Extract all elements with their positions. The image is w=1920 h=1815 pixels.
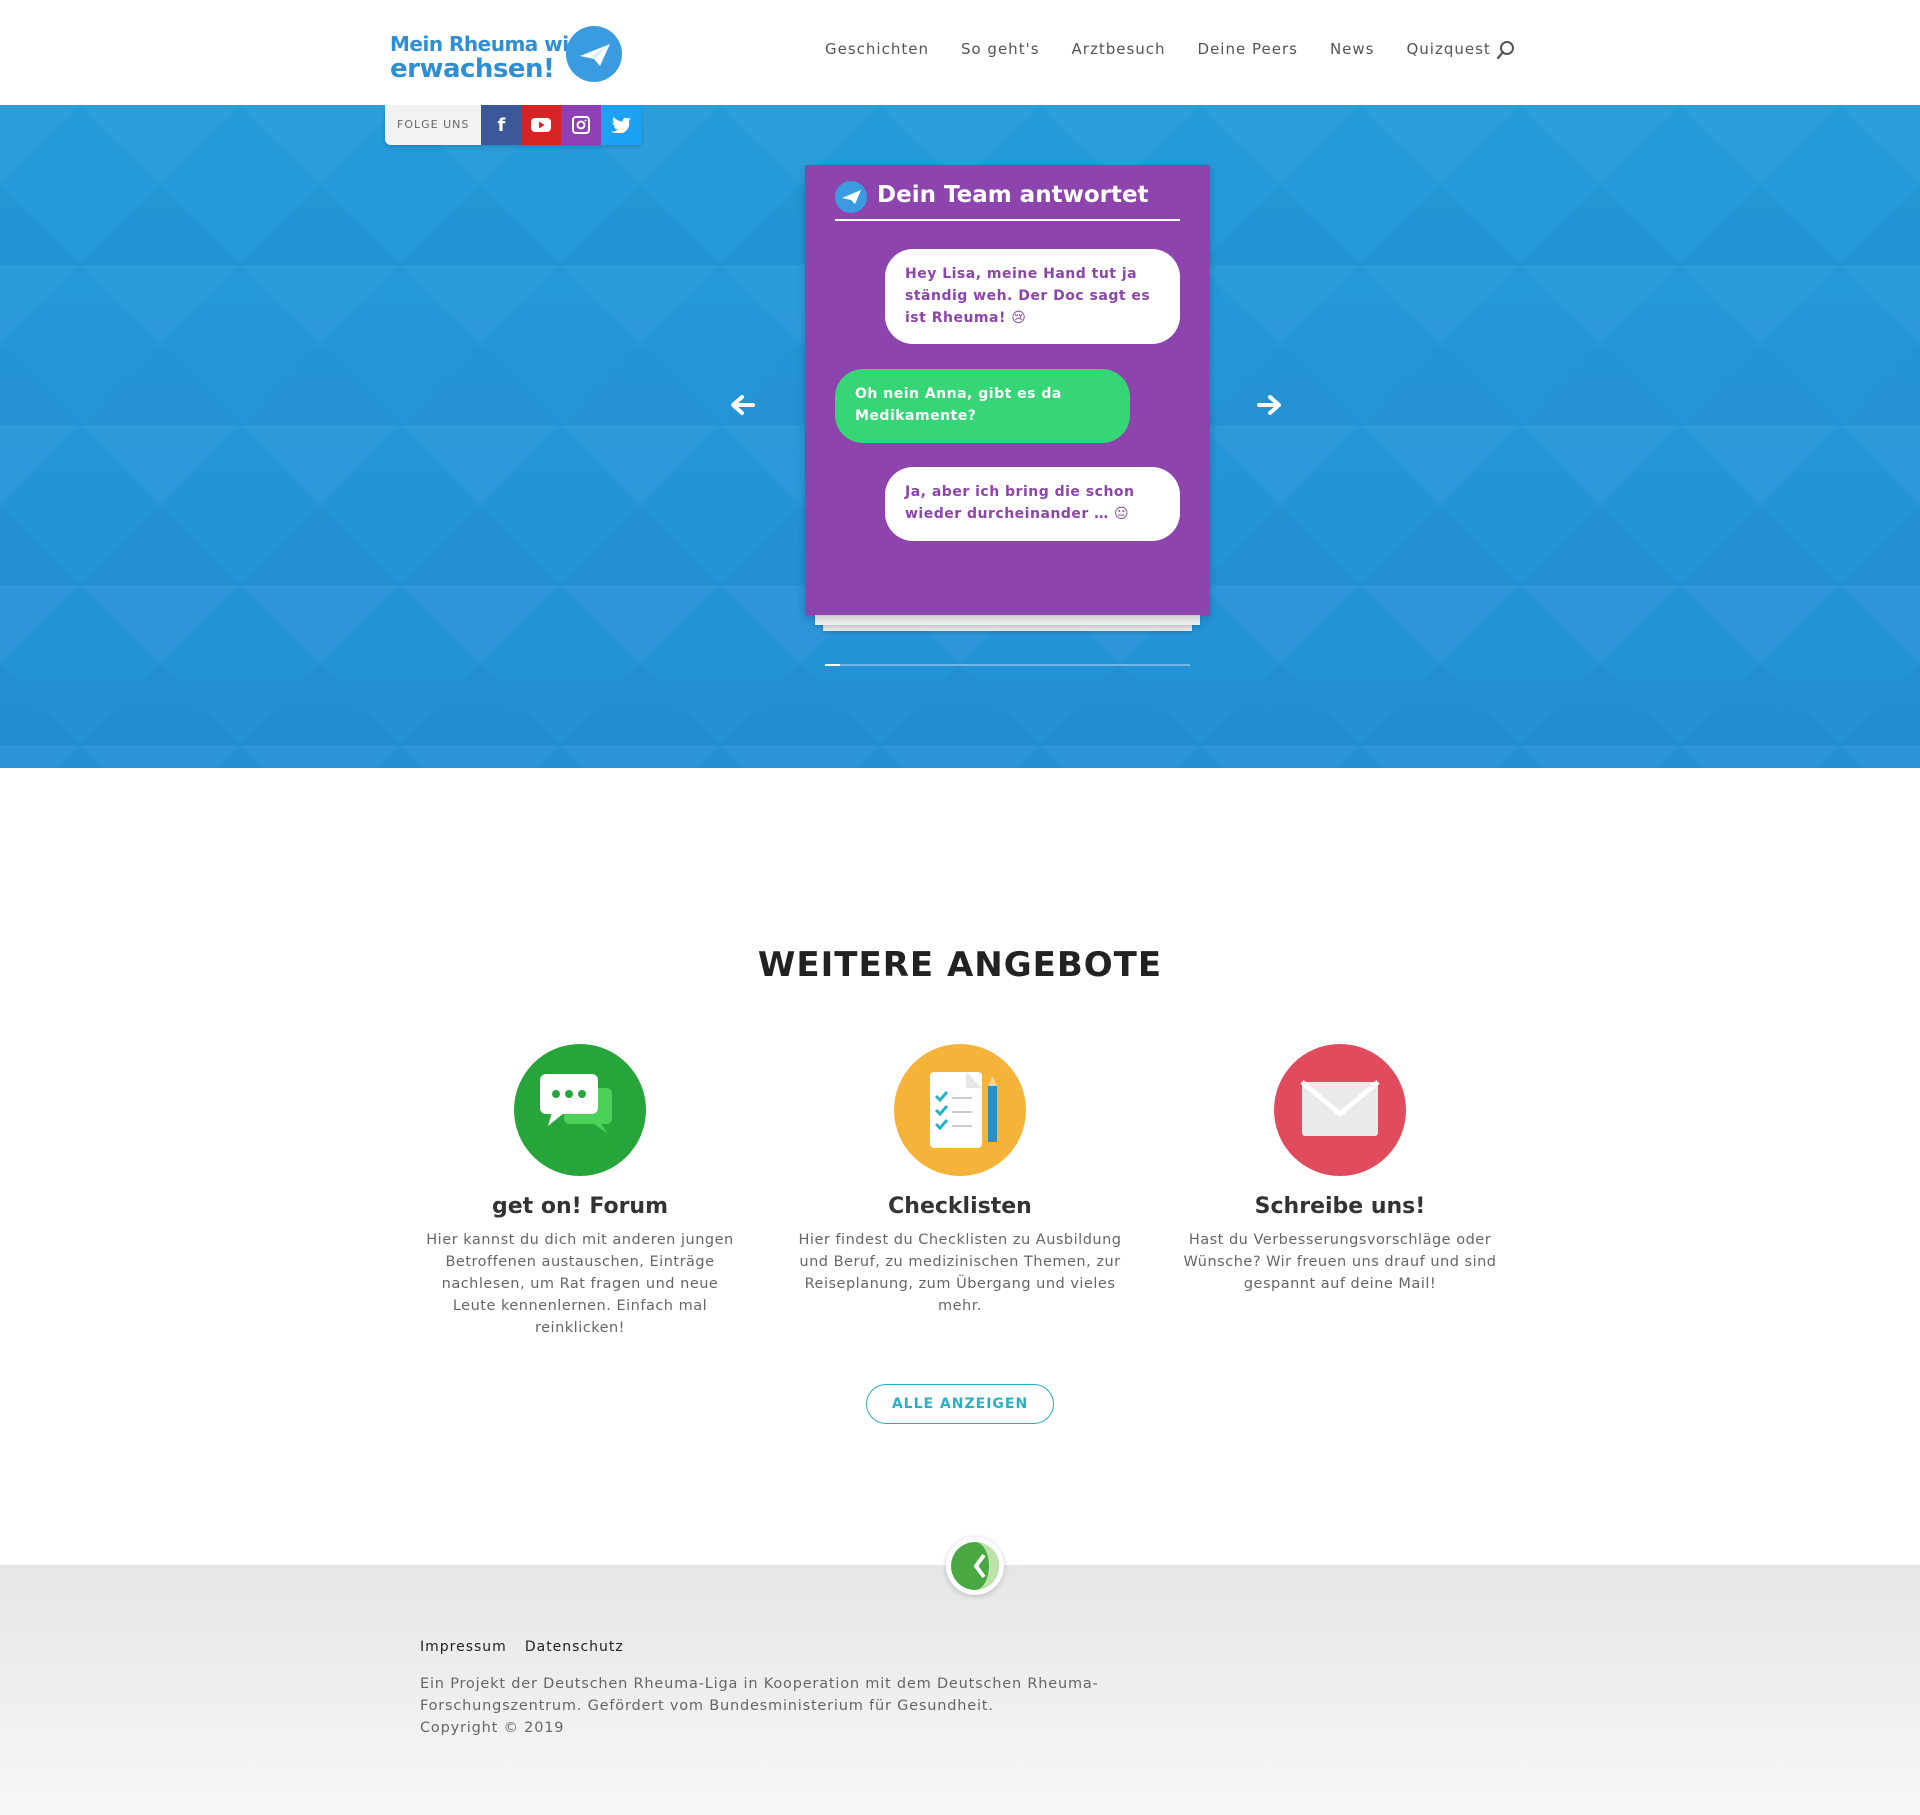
offer-title: Schreibe uns! (1254, 1194, 1426, 1219)
offer-text: Hier findest du Checklisten zu Ausbildun… (798, 1232, 1122, 1314)
footer-link-datenschutz[interactable]: Datenschutz (525, 1639, 624, 1655)
slider-progress (825, 664, 1190, 666)
offer-text: Hier kannst du dich mit anderen jungen B… (426, 1232, 734, 1336)
envelope-icon (1274, 1044, 1406, 1176)
nav-item-geschichten[interactable]: Geschichten (825, 40, 929, 58)
show-all-button[interactable]: ALLE ANZEIGEN (866, 1384, 1054, 1424)
chat-message: Oh nein Anna, gibt es da Medikamente? (835, 369, 1130, 443)
card-stack-shadow (815, 615, 1200, 625)
facebook-icon[interactable]: f (481, 105, 522, 145)
logo-line2: erwachsen! (390, 54, 555, 84)
follow-bar: FOLGE UNS f (385, 105, 642, 145)
footer-text: Ein Projekt der Deutschen Rheuma-Liga in… (420, 1673, 1120, 1739)
rheuma-liga-logo-icon (946, 1537, 1004, 1595)
checklist-icon (894, 1044, 1026, 1176)
arrow-left-icon[interactable] (727, 390, 757, 420)
chat-message: Hey Lisa, meine Hand tut ja ständig weh.… (885, 249, 1180, 344)
chat-bubbles-icon (514, 1044, 646, 1176)
footer-description: Ein Projekt der Deutschen Rheuma-Liga in… (420, 1676, 1099, 1714)
offer-title: get on! Forum (492, 1194, 668, 1219)
arrow-right-icon[interactable] (1255, 390, 1285, 420)
offer-title: Checklisten (888, 1194, 1032, 1219)
nav-item-arztbesuch[interactable]: Arztbesuch (1072, 40, 1166, 58)
hero-section: FOLGE UNS f Dein Team antwortet Hey Lisa… (0, 105, 1920, 768)
chat-card-title: Dein Team antwortet (877, 182, 1149, 208)
offer-schreibe-uns[interactable]: Schreibe uns! Hast du Verbesserungsvorsc… (1170, 1044, 1510, 1295)
footer-link-impressum[interactable]: Impressum (420, 1639, 507, 1655)
chat-message: Ja, aber ich bring die schon wieder durc… (885, 467, 1180, 541)
nav-item-quizquest[interactable]: Quizquest (1406, 40, 1490, 58)
paper-plane-icon (835, 181, 867, 213)
chat-card-header: Dein Team antwortet (835, 179, 1180, 221)
offer-text: Hast du Verbesserungsvorschläge oder Wün… (1183, 1232, 1497, 1292)
chat-card: Dein Team antwortet Hey Lisa, meine Hand… (805, 165, 1210, 615)
youtube-icon[interactable] (521, 105, 562, 145)
twitter-icon[interactable] (601, 105, 642, 145)
main-nav: Geschichten So geht's Arztbesuch Deine P… (825, 40, 1523, 58)
search-icon[interactable] (1496, 40, 1516, 60)
follow-label: FOLGE UNS (385, 105, 482, 145)
instagram-icon[interactable] (561, 105, 602, 145)
site-logo[interactable]: Mein Rheuma wird erwachsen! (390, 24, 630, 86)
paper-plane-icon (566, 26, 622, 82)
site-header: Mein Rheuma wird erwachsen! Geschichten … (0, 0, 1920, 105)
section-title: WEITERE ANGEBOTE (757, 945, 1163, 985)
nav-item-so-gehts[interactable]: So geht's (961, 40, 1040, 58)
slider-progress-fill (825, 664, 840, 666)
offer-checklisten[interactable]: Checklisten Hier findest du Checklisten … (790, 1044, 1130, 1317)
footer-copyright: Copyright © 2019 (420, 1720, 565, 1736)
nav-item-news[interactable]: News (1330, 40, 1375, 58)
offer-forum[interactable]: get on! Forum Hier kannst du dich mit an… (410, 1044, 750, 1339)
nav-item-deine-peers[interactable]: Deine Peers (1198, 40, 1298, 58)
footer-links: Impressum Datenschutz (420, 1639, 624, 1655)
logo-line1: Mein Rheuma wird (390, 32, 592, 56)
